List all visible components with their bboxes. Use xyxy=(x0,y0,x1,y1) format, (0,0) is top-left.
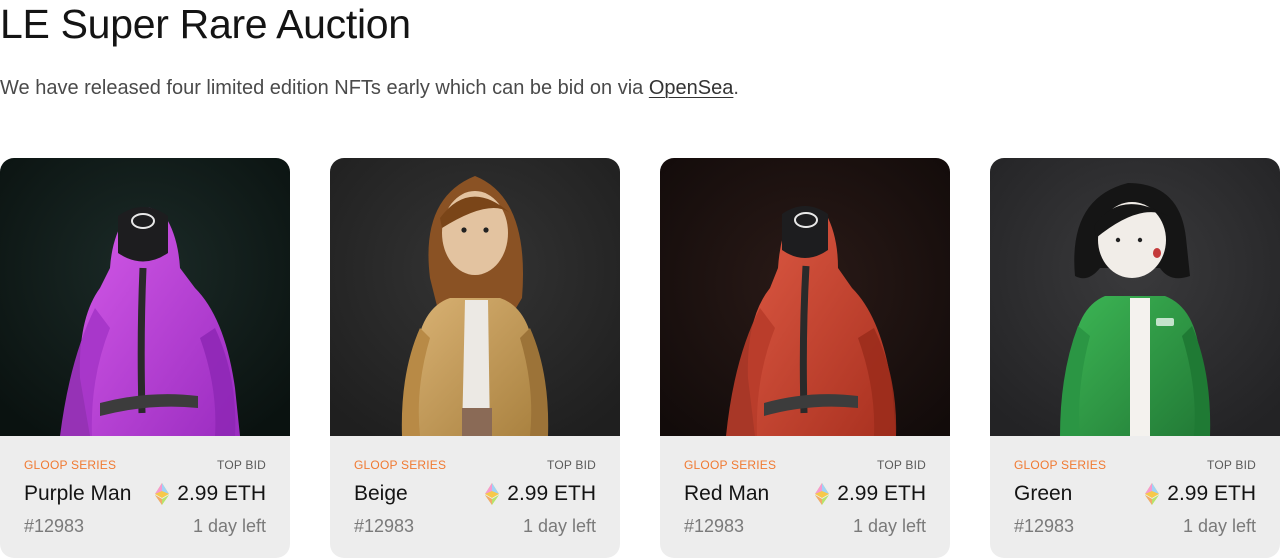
nft-card-info: GLOOP SERIES TOP BID Purple Man 2.99 ETH… xyxy=(0,436,290,558)
series-label: GLOOP SERIES xyxy=(1014,458,1107,472)
time-left: 1 day left xyxy=(192,516,266,536)
price-value: 2.99 ETH xyxy=(837,482,926,505)
purple-man-illustration xyxy=(0,158,290,436)
nft-image[interactable] xyxy=(990,158,1280,436)
nft-name: Beige xyxy=(354,482,408,505)
nft-name: Green xyxy=(1014,482,1073,505)
top-bid-label: TOP BID xyxy=(547,458,596,472)
nft-image[interactable] xyxy=(0,158,290,436)
ethereum-icon xyxy=(1145,483,1160,505)
nft-price: 2.99 ETH xyxy=(815,482,926,506)
page: LE Super Rare Auction We have released f… xyxy=(0,0,1280,558)
ethereum-icon xyxy=(485,483,500,505)
nft-card-beige[interactable]: GLOOP SERIES TOP BID Beige 2.99 ETH #129… xyxy=(330,158,620,558)
nft-card-green[interactable]: GLOOP SERIES TOP BID Green 2.99 ETH #129… xyxy=(990,158,1280,558)
nft-card-info: GLOOP SERIES TOP BID Green 2.99 ETH #129… xyxy=(990,436,1280,558)
nft-image[interactable] xyxy=(330,158,620,436)
time-left: 1 day left xyxy=(1182,516,1256,536)
page-subtitle: We have released four limited edition NF… xyxy=(0,74,739,102)
top-bid-label: TOP BID xyxy=(1207,458,1256,472)
opensea-link[interactable]: OpenSea xyxy=(649,77,734,99)
time-left: 1 day left xyxy=(522,516,596,536)
nft-card-red-man[interactable]: GLOOP SERIES TOP BID Red Man 2.99 ETH #1… xyxy=(660,158,950,558)
nft-price: 2.99 ETH xyxy=(155,482,266,506)
token-id: #12983 xyxy=(684,516,745,536)
token-id: #12983 xyxy=(24,516,85,536)
price-value: 2.99 ETH xyxy=(1167,482,1256,505)
series-label: GLOOP SERIES xyxy=(354,458,447,472)
top-bid-label: TOP BID xyxy=(877,458,926,472)
nft-name: Purple Man xyxy=(24,482,132,505)
price-value: 2.99 ETH xyxy=(177,482,266,505)
nft-card-grid: GLOOP SERIES TOP BID Purple Man 2.99 ETH… xyxy=(0,158,1280,558)
token-id: #12983 xyxy=(1014,516,1075,536)
subtitle-text: We have released four limited edition NF… xyxy=(0,77,649,99)
time-left: 1 day left xyxy=(852,516,926,536)
green-character-illustration xyxy=(990,158,1280,436)
ethereum-icon xyxy=(815,483,830,505)
series-label: GLOOP SERIES xyxy=(24,458,117,472)
nft-price: 2.99 ETH xyxy=(1145,482,1256,506)
red-man-illustration xyxy=(660,158,950,436)
nft-name: Red Man xyxy=(684,482,770,505)
token-id: #12983 xyxy=(354,516,415,536)
price-value: 2.99 ETH xyxy=(507,482,596,505)
top-bid-label: TOP BID xyxy=(217,458,266,472)
nft-card-purple-man[interactable]: GLOOP SERIES TOP BID Purple Man 2.99 ETH… xyxy=(0,158,290,558)
series-label: GLOOP SERIES xyxy=(684,458,777,472)
nft-card-info: GLOOP SERIES TOP BID Beige 2.99 ETH #129… xyxy=(330,436,620,558)
ethereum-icon xyxy=(155,483,170,505)
subtitle-period: . xyxy=(733,77,739,99)
page-title: LE Super Rare Auction xyxy=(0,1,411,47)
nft-card-info: GLOOP SERIES TOP BID Red Man 2.99 ETH #1… xyxy=(660,436,950,558)
beige-character-illustration xyxy=(330,158,620,436)
nft-price: 2.99 ETH xyxy=(485,482,596,506)
nft-image[interactable] xyxy=(660,158,950,436)
